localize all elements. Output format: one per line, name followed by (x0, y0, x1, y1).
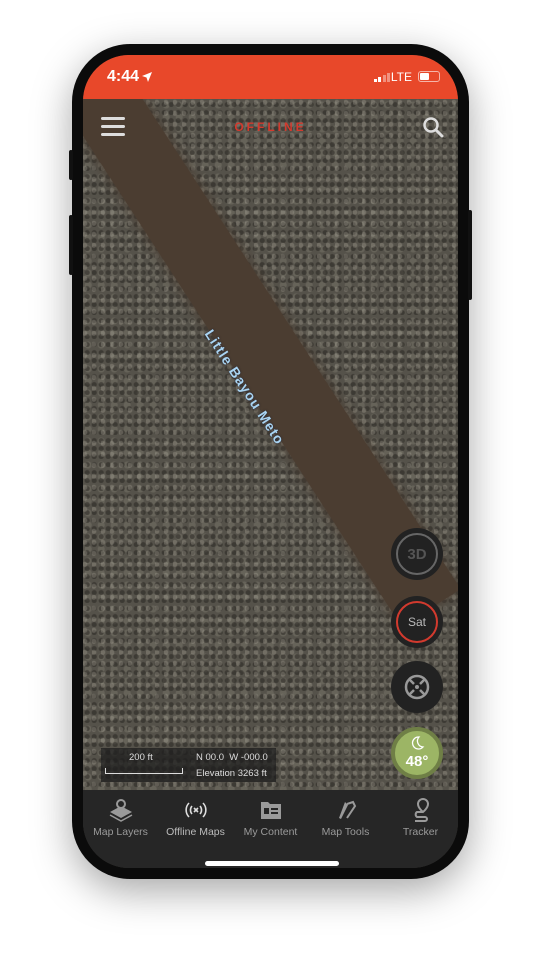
route-pin-icon (414, 798, 429, 822)
broadcast-icon (184, 802, 207, 818)
crosshair-icon (404, 674, 430, 700)
tab-tracker[interactable]: Tracker (383, 798, 458, 838)
tab-label: My Content (243, 826, 298, 838)
time: 4:44 (107, 68, 140, 85)
locate-button[interactable] (391, 661, 443, 713)
temperature: 48° (405, 753, 429, 770)
elevation: Elevation 3263 ft (196, 768, 267, 779)
home-indicator[interactable] (205, 861, 339, 866)
tools-icon (338, 800, 356, 819)
folder-icon (260, 802, 281, 819)
sat-button[interactable]: Sat (391, 596, 443, 648)
location-arrow-icon (142, 72, 153, 82)
scale-box: 200 ft N 00.0 W -000.0 Elevation 3263 ft (101, 748, 276, 782)
scale-bar (105, 768, 183, 774)
clock: 4:44 (107, 68, 153, 86)
tab-label: Offline Maps (166, 826, 225, 838)
tab-bar: Map Layers Offline Maps My Content Map T… (83, 790, 458, 868)
network-type: LTE (390, 70, 412, 84)
tab-label: Map Tools (321, 826, 370, 838)
map-view[interactable]: Little Bayou Meto OFFLINE 3D Sat 200 ft … (83, 99, 458, 790)
layers-icon (109, 799, 132, 822)
tab-map-tools[interactable]: Map Tools (308, 798, 383, 838)
weather-button[interactable]: 48° (391, 727, 443, 779)
moon-icon (411, 736, 425, 750)
tab-label: Tracker (402, 826, 439, 838)
signal-icon (373, 73, 390, 82)
sat-label: Sat (396, 601, 438, 643)
tab-my-content[interactable]: My Content (233, 798, 308, 838)
status-bar: 4:44 LTE (83, 55, 458, 99)
mute-switch (69, 150, 73, 180)
tab-offline-maps[interactable]: Offline Maps (158, 798, 233, 838)
coordinates: N 00.0 W -000.0 (196, 752, 268, 763)
scale-label: 200 ft (129, 752, 153, 763)
volume-button (69, 215, 73, 275)
tab-map-layers[interactable]: Map Layers (83, 798, 158, 838)
offline-title: OFFLINE (234, 120, 307, 134)
3d-button[interactable]: 3D (391, 528, 443, 580)
tab-label: Map Layers (93, 826, 148, 838)
screen: Little Bayou Meto OFFLINE 3D Sat 200 ft … (83, 55, 458, 868)
power-button (468, 210, 472, 300)
3d-label: 3D (396, 533, 438, 575)
search-icon[interactable] (422, 116, 444, 138)
battery-icon (418, 71, 440, 82)
